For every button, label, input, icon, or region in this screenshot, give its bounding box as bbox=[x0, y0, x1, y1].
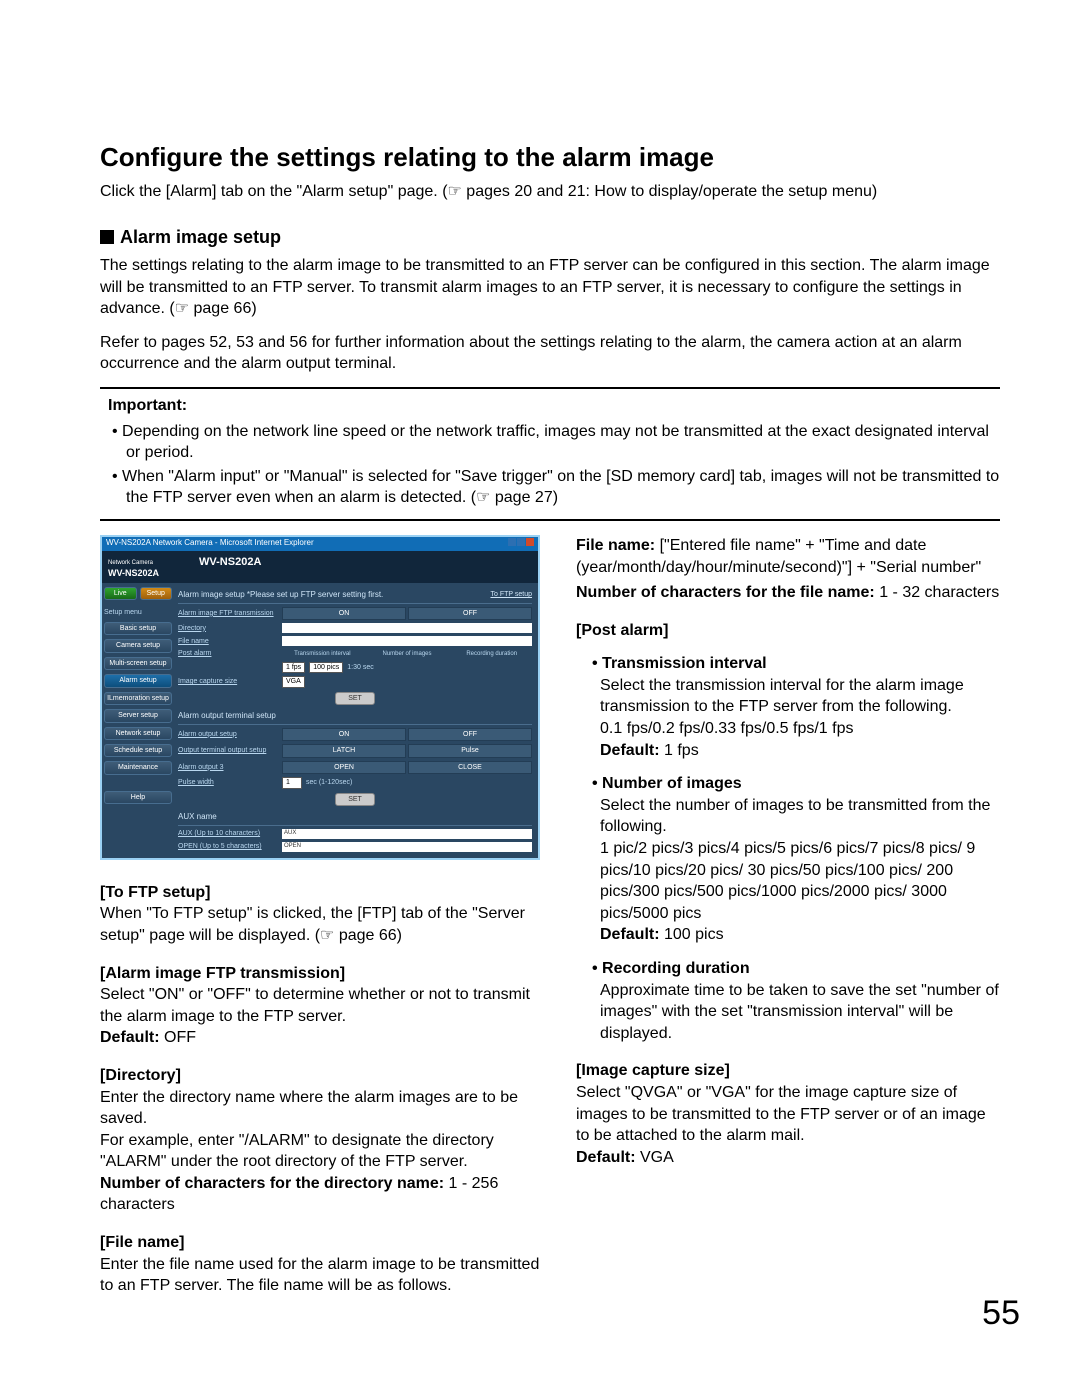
important-item-1: • When "Alarm input" or "Manual" is sele… bbox=[100, 466, 1000, 509]
section-heading: Alarm image setup bbox=[100, 225, 1000, 249]
body-paragraph-1: The settings relating to the alarm image… bbox=[100, 255, 1000, 320]
section-heading-text: Alarm image setup bbox=[120, 227, 281, 247]
noi-body-2: 1 pic/2 pics/3 pics/4 pics/5 pics/6 pics… bbox=[576, 838, 1000, 924]
square-icon bbox=[100, 230, 114, 244]
body-paragraph-2: Refer to pages 52, 53 and 56 for further… bbox=[100, 332, 1000, 375]
set-button-2[interactable]: SET bbox=[335, 793, 375, 806]
ics-select[interactable]: VGA bbox=[282, 676, 305, 687]
on-button[interactable]: ON bbox=[282, 607, 406, 620]
sidebar-item-alarm[interactable]: Alarm setup bbox=[104, 674, 172, 687]
left-column: WV-NS202A Network Camera - Microsoft Int… bbox=[100, 535, 540, 1297]
sidebar-item[interactable]: ILmemoration setup bbox=[104, 692, 172, 705]
setup-button[interactable]: Setup bbox=[140, 587, 173, 600]
ti-body-2: 0.1 fps/0.2 fps/0.33 fps/0.5 fps/1 fps bbox=[576, 718, 1000, 740]
ti-default: Default: 1 fps bbox=[576, 740, 1000, 762]
window-buttons bbox=[507, 538, 534, 550]
live-button[interactable]: Live bbox=[104, 587, 137, 600]
important-item-0: • Depending on the network line speed or… bbox=[100, 421, 1000, 464]
set-button[interactable]: SET bbox=[335, 692, 375, 705]
sidebar-item[interactable]: Network setup bbox=[104, 727, 172, 740]
setup-menu-label: Setup menu bbox=[104, 608, 172, 617]
rd-head: • Recording duration bbox=[576, 958, 1000, 980]
directory-input[interactable] bbox=[282, 623, 532, 633]
rd-body: Approximate time to be taken to save the… bbox=[576, 980, 1000, 1045]
noi-default: Default: 100 pics bbox=[576, 924, 1000, 946]
dir-body-1: Enter the directory name where the alarm… bbox=[100, 1087, 540, 1130]
aift-body: Select "ON" or "OFF" to determine whethe… bbox=[100, 984, 540, 1027]
ti-head: • Transmission interval bbox=[576, 653, 1000, 675]
fn-line: File name: ["Entered file name" + "Time … bbox=[576, 535, 1000, 578]
aift-head: [Alarm image FTP transmission] bbox=[100, 963, 540, 985]
fn-body: Enter the file name used for the alarm i… bbox=[100, 1254, 540, 1297]
toftp-body: When "To FTP setup" is clicked, the [FTP… bbox=[100, 903, 540, 946]
page-number: 55 bbox=[982, 1291, 1020, 1337]
sidebar: Live Setup Setup menu Basic setup Camera… bbox=[102, 583, 174, 858]
fn-head: [File name] bbox=[100, 1232, 540, 1254]
noi-head: • Number of images bbox=[576, 773, 1000, 795]
off-button[interactable]: OFF bbox=[408, 607, 532, 620]
noi-select[interactable]: 100 pics bbox=[309, 662, 343, 673]
ics-head: [Image capture size] bbox=[576, 1060, 1000, 1082]
sidebar-item[interactable]: Server setup bbox=[104, 709, 172, 722]
dir-num: Number of characters for the directory n… bbox=[100, 1173, 540, 1216]
model-header: Network CameraWV-NS202A WV-NS202A bbox=[102, 551, 538, 583]
ti-select[interactable]: 1 fps bbox=[282, 662, 305, 673]
aift-default: Default: OFF bbox=[100, 1027, 540, 1049]
ics-body: Select "QVGA" or "VGA" for the image cap… bbox=[576, 1082, 1000, 1147]
window-title: WV-NS202A Network Camera - Microsoft Int… bbox=[106, 538, 314, 550]
sidebar-item[interactable]: Basic setup bbox=[104, 622, 172, 635]
page-title: Configure the settings relating to the a… bbox=[100, 140, 1000, 175]
noi-body-1: Select the number of images to be transm… bbox=[576, 795, 1000, 838]
sidebar-item[interactable]: Maintenance bbox=[104, 761, 172, 774]
main-panel: Alarm image setup *Please set up FTP ser… bbox=[174, 583, 538, 858]
app-screenshot: WV-NS202A Network Camera - Microsoft Int… bbox=[100, 535, 540, 860]
dir-head: [Directory] bbox=[100, 1065, 540, 1087]
help-button[interactable]: Help bbox=[104, 791, 172, 804]
window-titlebar: WV-NS202A Network Camera - Microsoft Int… bbox=[102, 537, 538, 551]
fnchars-line: Number of characters for the file name: … bbox=[576, 582, 1000, 604]
dir-body-2: For example, enter "/ALARM" to designate… bbox=[100, 1130, 540, 1173]
pa-head: [Post alarm] bbox=[576, 620, 1000, 642]
intro-text: Click the [Alarm] tab on the "Alarm setu… bbox=[100, 181, 1000, 203]
ics-default: Default: VGA bbox=[576, 1147, 1000, 1169]
important-title: Important: bbox=[108, 395, 1000, 417]
ti-body-1: Select the transmission interval for the… bbox=[576, 675, 1000, 718]
important-box: Important: • Depending on the network li… bbox=[100, 387, 1000, 521]
to-ftp-link[interactable]: To FTP setup bbox=[490, 590, 532, 601]
file-name-input[interactable] bbox=[282, 636, 532, 646]
sidebar-item[interactable]: Multi-screen setup bbox=[104, 657, 172, 670]
right-column: File name: ["Entered file name" + "Time … bbox=[576, 535, 1000, 1297]
sidebar-item[interactable]: Camera setup bbox=[104, 639, 172, 652]
sidebar-item[interactable]: Schedule setup bbox=[104, 744, 172, 757]
toftp-head: [To FTP setup] bbox=[100, 882, 540, 904]
